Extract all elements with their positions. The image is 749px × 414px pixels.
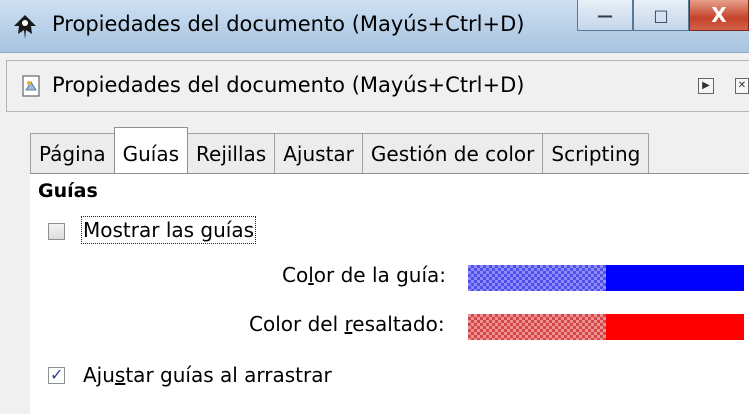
maximize-icon: □: [653, 5, 669, 25]
guide-color-label: Color de la guía:: [282, 263, 446, 287]
highlight-color-solid-preview: [606, 314, 744, 340]
tab-rejillas[interactable]: Rejillas: [187, 133, 276, 173]
minimize-icon: —: [597, 5, 613, 25]
maximize-button[interactable]: □: [633, 0, 689, 31]
show-guides-label[interactable]: Mostrar las guías: [80, 216, 257, 244]
guide-color-alpha-preview: [468, 265, 606, 291]
guide-color-button[interactable]: [468, 265, 744, 291]
checkmark-icon: ✓: [50, 365, 64, 384]
tab-bar: Página Guías Rejillas Ajustar Gestión de…: [30, 127, 650, 173]
window-controls: — □ X: [577, 0, 749, 32]
close-icon: X: [711, 3, 727, 27]
tab-gestion-de-color[interactable]: Gestión de color: [361, 133, 544, 173]
tab-pagina[interactable]: Página: [30, 133, 115, 173]
close-button[interactable]: X: [689, 0, 749, 31]
snap-guides-checkbox[interactable]: ✓: [48, 365, 65, 384]
guide-color-label-pre: Co: [282, 263, 309, 287]
inkscape-icon: [14, 15, 36, 39]
snap-guides-label-mnemonic: s: [114, 363, 126, 387]
panel-close-icon: ✕: [737, 80, 747, 91]
tab-guias[interactable]: Guías: [113, 127, 189, 173]
window-title: Propiedades del documento (Mayús+Ctrl+D): [52, 12, 525, 36]
panel-close-button[interactable]: ✕: [735, 78, 749, 94]
tab-ajustar[interactable]: Ajustar: [274, 133, 363, 173]
guide-color-label-post: or de la guía:: [313, 263, 447, 287]
highlight-color-alpha-preview: [468, 314, 606, 340]
snap-guides-label-pre: Aju: [83, 363, 115, 387]
show-guides-checkbox[interactable]: [48, 223, 65, 240]
snap-guides-label[interactable]: Ajustar guías al arrastrar: [83, 363, 332, 387]
tab-scripting[interactable]: Scripting: [542, 133, 650, 173]
minimize-button[interactable]: —: [577, 0, 633, 31]
panel-collapse-button[interactable]: ▶: [698, 78, 714, 94]
section-title: Guías: [38, 180, 98, 202]
panel-title: Propiedades del documento (Mayús+Ctrl+D): [52, 73, 525, 97]
highlight-color-label-post: esaltado:: [352, 312, 445, 336]
guide-color-solid-preview: [606, 265, 744, 291]
document-properties-icon: [22, 75, 40, 97]
highlight-color-label: Color del resaltado:: [249, 312, 445, 336]
snap-guides-label-post: tar guías al arrastrar: [125, 363, 332, 387]
highlight-color-button[interactable]: [468, 314, 744, 340]
window-titlebar: Propiedades del documento (Mayús+Ctrl+D)…: [0, 0, 749, 53]
highlight-color-label-pre: Color del: [249, 312, 345, 336]
play-icon: ▶: [702, 80, 710, 91]
